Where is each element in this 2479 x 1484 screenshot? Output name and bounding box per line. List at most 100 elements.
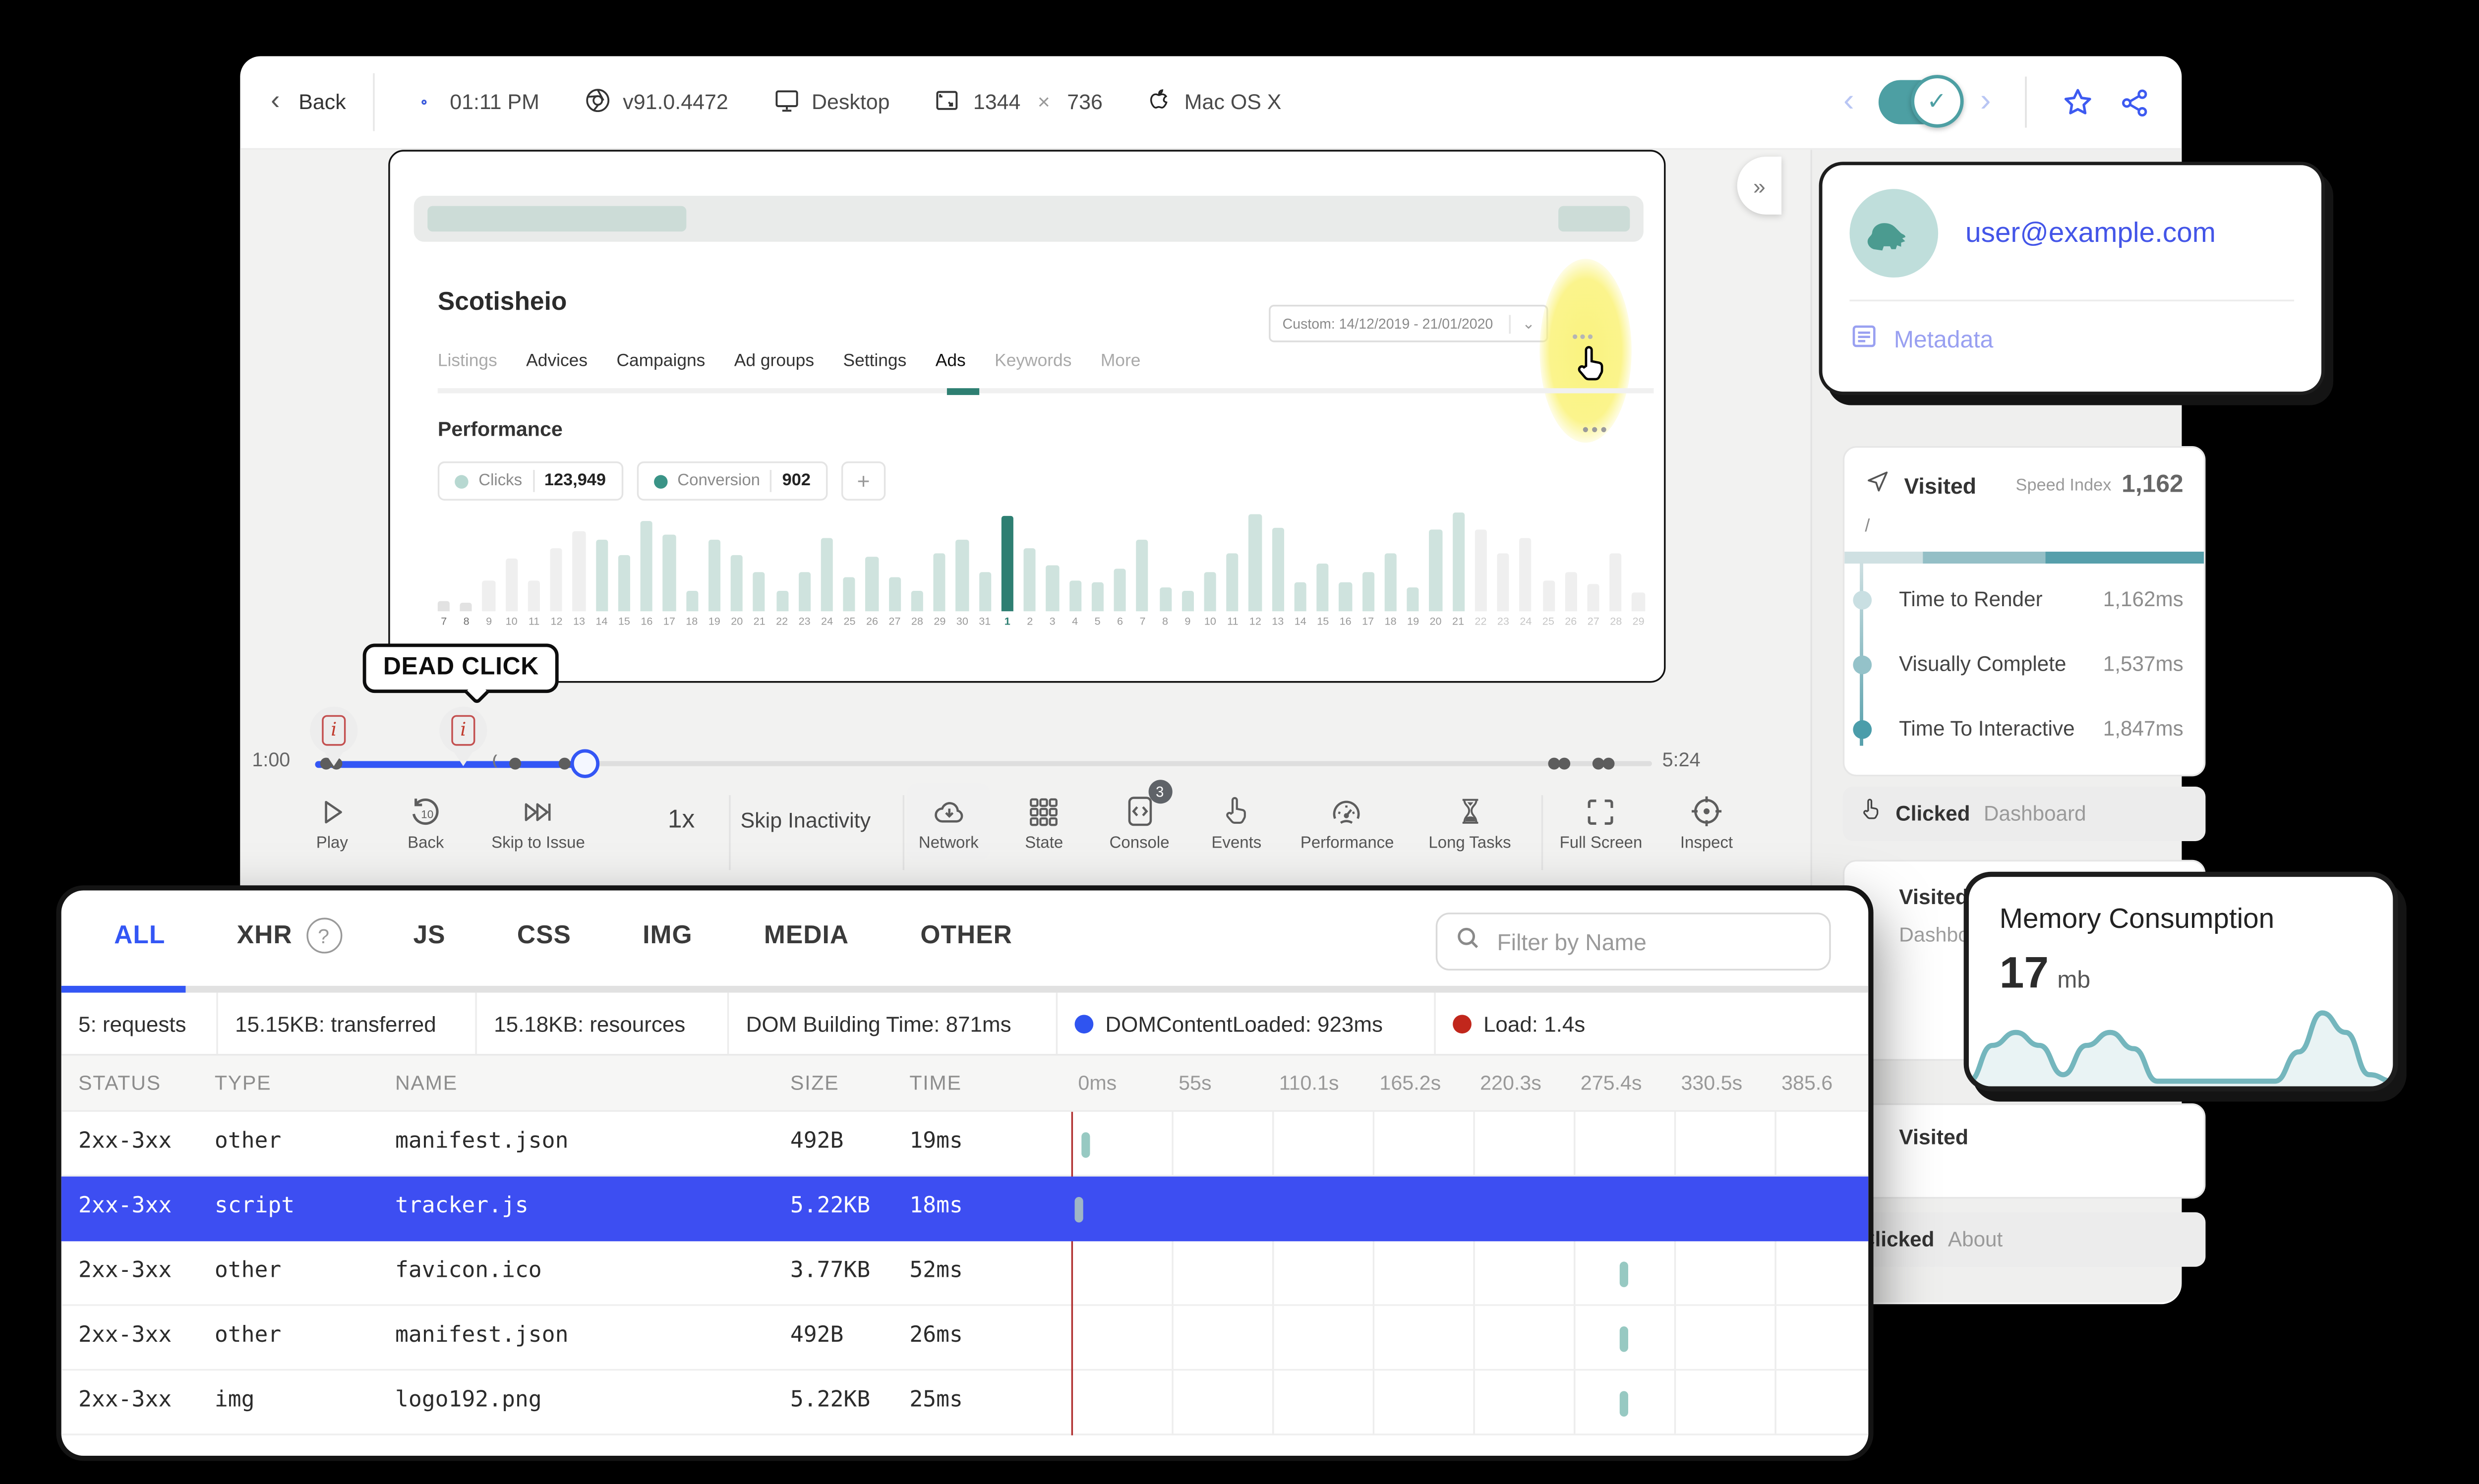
full-screen-button[interactable]: Full Screen bbox=[1560, 792, 1642, 853]
chart-x-label: 18 bbox=[1384, 616, 1397, 628]
autoplay-toggle[interactable]: ✓ bbox=[1878, 75, 1963, 128]
issue-pin[interactable]: i bbox=[310, 706, 358, 766]
chart-bar-slot bbox=[1109, 569, 1131, 612]
cell-status: 2xx-3xx bbox=[78, 1194, 172, 1219]
tab-label: XHR bbox=[236, 921, 293, 950]
clicked-dashboard-event[interactable]: Clicked Dashboard bbox=[1842, 787, 2206, 841]
request-row-tracker.js[interactable]: 2xx-3xx script tracker.js 5.22KB 18ms bbox=[61, 1176, 1869, 1242]
add-metric-button[interactable]: + bbox=[841, 461, 886, 501]
chart-x-label: 2 bbox=[1027, 616, 1033, 628]
share-button[interactable] bbox=[2119, 86, 2151, 118]
site-tabs-underline bbox=[437, 388, 1654, 395]
help-icon[interactable]: ? bbox=[306, 917, 342, 954]
metric-chip-conversion[interactable]: Conversion 902 bbox=[636, 461, 828, 501]
prev-session-button[interactable]: ‹ bbox=[1843, 83, 1854, 121]
event-dot[interactable] bbox=[558, 757, 571, 770]
network-tab-css[interactable]: CSS bbox=[517, 921, 571, 950]
event-dot[interactable] bbox=[1558, 757, 1571, 770]
chart-x-label: 8 bbox=[1162, 616, 1169, 628]
metric-label: Conversion bbox=[677, 471, 761, 491]
metric-dot bbox=[653, 474, 667, 488]
event-dot[interactable] bbox=[1602, 757, 1615, 770]
chart-x-label: 1 bbox=[1004, 616, 1010, 628]
timeline-track[interactable]: ((( bbox=[315, 749, 1653, 778]
section-menu-dots[interactable]: ••• bbox=[1582, 420, 1609, 441]
playback-speed-button[interactable]: 1x bbox=[668, 805, 695, 834]
performance-button[interactable]: Performance bbox=[1300, 792, 1394, 853]
session-time: 01:11 PM bbox=[409, 90, 539, 114]
site-tab-campaigns[interactable]: Campaigns bbox=[616, 352, 705, 371]
chart-bar bbox=[1407, 587, 1419, 612]
control-label: Performance bbox=[1300, 834, 1394, 853]
user-email[interactable]: user@example.com bbox=[1965, 217, 2216, 249]
site-tab-ads[interactable]: Ads bbox=[936, 352, 966, 371]
play-button[interactable]: Play bbox=[316, 792, 348, 853]
cell-status: 2xx-3xx bbox=[78, 1258, 172, 1284]
favorite-star-button[interactable] bbox=[2061, 85, 2095, 119]
collapse-sidebar-button[interactable]: » bbox=[1737, 157, 1782, 215]
inspect-button[interactable]: Inspect bbox=[1680, 792, 1733, 853]
replay-cursor-icon bbox=[1572, 342, 1610, 395]
skip-inactivity-button[interactable]: Skip Inactivity bbox=[741, 809, 871, 833]
device-type: Desktop bbox=[772, 86, 890, 118]
metric-dot bbox=[1853, 590, 1872, 609]
network-button[interactable]: Network bbox=[906, 783, 991, 860]
chart-bar bbox=[821, 537, 833, 612]
long-tasks-button[interactable]: Long Tasks bbox=[1428, 792, 1511, 853]
control-label: Events bbox=[1211, 834, 1262, 853]
network-tab-xhr[interactable]: XHR? bbox=[236, 917, 342, 954]
playhead-handle[interactable] bbox=[570, 749, 600, 778]
site-tab-settings[interactable]: Settings bbox=[843, 352, 906, 371]
chart-x-label: 23 bbox=[1497, 616, 1509, 628]
back-button[interactable]: ‹ Back bbox=[271, 87, 346, 117]
network-tab-other[interactable]: OTHER bbox=[920, 921, 1012, 950]
chart-bar-slot bbox=[1515, 538, 1537, 612]
skip-to-issue-button[interactable]: Skip to Issue bbox=[491, 792, 585, 853]
date-range-picker[interactable]: Custom: 14/12/2019 - 21/01/2020 ⌄ bbox=[1269, 304, 1548, 342]
grid-icon bbox=[1027, 792, 1061, 829]
clicked-about-event[interactable]: Clicked About bbox=[1842, 1212, 2206, 1267]
chart-bar-slot bbox=[1222, 553, 1244, 612]
request-row-favicon.ico[interactable]: 2xx-3xx other favicon.ico 3.77KB 52ms bbox=[61, 1241, 1869, 1306]
site-tab-advices[interactable]: Advices bbox=[526, 352, 588, 371]
network-tab-media[interactable]: MEDIA bbox=[764, 921, 849, 950]
chart-bar bbox=[1429, 529, 1442, 612]
dead-click-pin[interactable]: i bbox=[439, 706, 487, 766]
site-tab-keywords[interactable]: Keywords bbox=[995, 352, 1071, 371]
visited-event[interactable]: Visited bbox=[1842, 1103, 2206, 1199]
console-button[interactable]: 3 Console bbox=[1110, 780, 1172, 853]
fullscreen-icon bbox=[1584, 792, 1618, 829]
session-top-bar: ‹ Back 01:11 PM v91.0.4472 Desktop 1344 … bbox=[240, 56, 2182, 150]
filter-input[interactable] bbox=[1497, 928, 1787, 955]
console-icon: 3 bbox=[1122, 780, 1172, 829]
cell-type: other bbox=[214, 1258, 282, 1284]
request-row-manifest.json[interactable]: 2xx-3xx other manifest.json 492B 26ms bbox=[61, 1306, 1869, 1371]
request-row-manifest.json[interactable]: 2xx-3xx other manifest.json 492B 19ms bbox=[61, 1112, 1869, 1177]
site-tab-more[interactable]: More bbox=[1101, 352, 1141, 371]
network-tab-js[interactable]: JS bbox=[413, 921, 445, 950]
metadata-link[interactable]: Metadata bbox=[1850, 322, 2295, 356]
site-tab-ad-groups[interactable]: Ad groups bbox=[734, 352, 814, 371]
back-button[interactable]: 10 Back bbox=[408, 792, 444, 853]
os-label: Mac OS X bbox=[1184, 90, 1282, 114]
status-dot bbox=[1074, 1014, 1094, 1033]
visited-event-card[interactable]: Visited Speed Index 1,162 / Time to Rend… bbox=[1842, 446, 2206, 777]
current-time: 1:00 bbox=[252, 750, 291, 772]
event-target: About bbox=[1948, 1227, 2003, 1252]
waterfall-tick-label: 385.6 bbox=[1781, 1071, 1833, 1095]
filter-box[interactable] bbox=[1435, 913, 1831, 971]
network-tab-img[interactable]: IMG bbox=[643, 921, 692, 950]
next-session-button[interactable]: › bbox=[1980, 83, 1991, 121]
waterfall-bar bbox=[1620, 1391, 1629, 1417]
event-dot[interactable] bbox=[509, 757, 522, 770]
metric-chip-clicks[interactable]: Clicks 123,949 bbox=[437, 461, 623, 501]
network-tab-all[interactable]: ALL bbox=[114, 921, 165, 950]
speed-index-label: Speed Index bbox=[2015, 476, 2112, 495]
site-tab-listings[interactable]: Listings bbox=[438, 352, 497, 371]
state-button[interactable]: State bbox=[1025, 792, 1063, 853]
cell-size: 492B bbox=[790, 1323, 844, 1349]
request-row-logo192.png[interactable]: 2xx-3xx img logo192.png 5.22KB 25ms bbox=[61, 1370, 1869, 1435]
memory-title: Memory Consumption bbox=[1999, 904, 2275, 935]
events-button[interactable]: Events bbox=[1211, 792, 1261, 853]
chart-bar bbox=[1497, 553, 1510, 612]
